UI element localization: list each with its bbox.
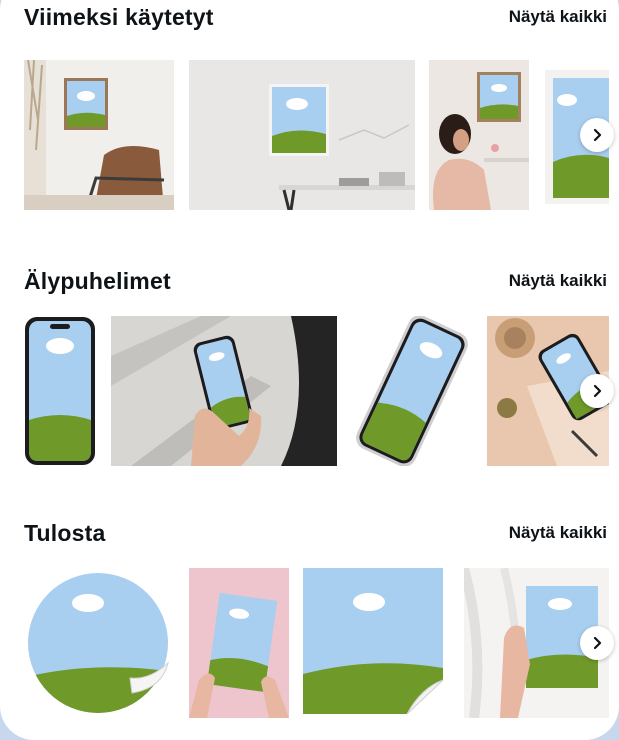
section-title: Älypuhelimet bbox=[24, 267, 171, 294]
mockup-thumbnail-phone-tilted[interactable] bbox=[352, 316, 472, 466]
section-title: Viimeksi käytetyt bbox=[24, 3, 214, 30]
chevron-right-icon bbox=[590, 128, 604, 142]
see-all-link[interactable]: Näytä kaikki bbox=[509, 523, 607, 543]
chevron-right-icon bbox=[590, 636, 604, 650]
carousel-next-button[interactable] bbox=[580, 374, 614, 408]
see-all-link[interactable]: Näytä kaikki bbox=[509, 271, 607, 291]
mockup-thumbnail-frame-chair[interactable] bbox=[24, 60, 174, 210]
section-header: Viimeksi käytetyt Näytä kaikki bbox=[24, 0, 607, 34]
mockup-thumbnail-frame-woman[interactable] bbox=[429, 60, 529, 210]
section-header: Älypuhelimet Näytä kaikki bbox=[24, 264, 607, 298]
chevron-right-icon bbox=[590, 384, 604, 398]
section-title: Tulosta bbox=[24, 519, 106, 546]
mockup-thumbnail-phone-upright[interactable] bbox=[24, 316, 96, 466]
mockup-thumbnail-round-sticker[interactable] bbox=[22, 568, 174, 718]
templates-panel: Viimeksi käytetyt Näytä kaikki Älypuheli… bbox=[0, 0, 619, 740]
mockup-thumbnail-print-pink[interactable] bbox=[189, 568, 289, 718]
carousel-next-button[interactable] bbox=[580, 626, 614, 660]
see-all-link[interactable]: Näytä kaikki bbox=[509, 7, 607, 27]
carousel-next-button[interactable] bbox=[580, 118, 614, 152]
mockup-thumbnail-phone-hand[interactable] bbox=[111, 316, 337, 466]
mockup-thumbnail-frame-desk[interactable] bbox=[189, 60, 415, 210]
mockup-thumbnail-square-print[interactable] bbox=[303, 568, 449, 718]
section-header: Tulosta Näytä kaikki bbox=[24, 516, 607, 550]
